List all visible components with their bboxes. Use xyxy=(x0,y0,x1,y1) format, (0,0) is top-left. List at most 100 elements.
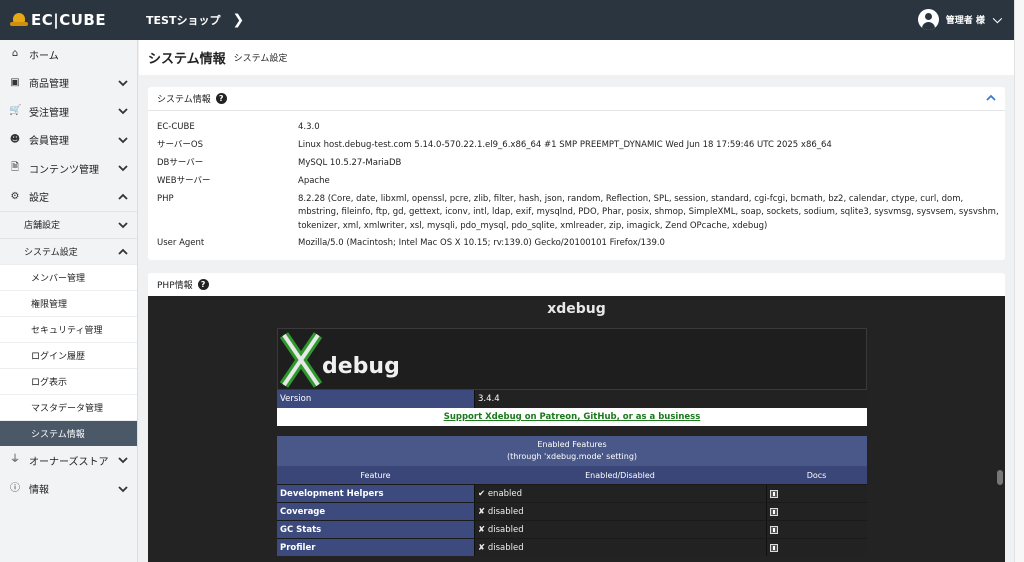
brand-name: EC|CUBE xyxy=(31,11,107,29)
table-row: Coverage ✘ disabled xyxy=(277,502,867,520)
main-content: システム情報 システム設定 システム情報 ? EC-CUBE 4.3.0 サーバー… xyxy=(139,40,1014,562)
docs-cell xyxy=(766,539,867,556)
version-value: 3.4.4 xyxy=(474,390,867,408)
sidebar-item-member[interactable]: メンバー管理 xyxy=(0,264,137,290)
shop-name: TESTショップ xyxy=(146,14,221,27)
feature-name: Coverage xyxy=(277,503,474,520)
system-info-table: EC-CUBE 4.3.0 サーバーOS Linux host.debug-test… xyxy=(157,121,1002,255)
version-row: Version 3.4.4 xyxy=(277,390,867,408)
sidebar-item-settings[interactable]: ⚙ 設定 xyxy=(0,183,137,212)
chevron-down-icon xyxy=(118,165,128,172)
info-key: PHP xyxy=(157,193,174,204)
docs-link-icon[interactable] xyxy=(770,507,778,516)
inner-scrollbar-thumb[interactable] xyxy=(997,470,1003,485)
sidebar-item-label: ホーム xyxy=(29,50,59,62)
sidebar-item-contents[interactable]: 🗎 コンテンツ管理 xyxy=(0,154,137,183)
docs-link-icon[interactable] xyxy=(770,543,778,552)
chevron-right-icon: ❯ xyxy=(232,12,245,28)
info-row: DBサーバー MySQL 10.5.27-MariaDB xyxy=(157,157,1002,171)
section-title: xdebug xyxy=(547,301,606,317)
info-value: 8.2.28 (Core, date, libxml, openssl, pcr… xyxy=(298,193,999,231)
chevron-down-icon xyxy=(118,136,128,143)
phpinfo-frame: xdebug debug Version 3.4.4 Support Xdebu… xyxy=(148,296,1005,562)
page-header: システム情報 システム設定 xyxy=(139,40,1014,75)
col-feature: Feature xyxy=(360,470,391,480)
sidebar-item-label: システム設定 xyxy=(24,247,78,258)
chevron-up-icon xyxy=(118,193,128,200)
info-row: サーバーOS Linux host.debug-test.com 5.14.0-5… xyxy=(157,139,1002,153)
sidebar-item-master-data[interactable]: マスタデータ管理 xyxy=(0,394,137,420)
chevron-down-icon: ⌵ xyxy=(992,12,1002,26)
sidebar-item-login-history[interactable]: ログイン履歴 xyxy=(0,342,137,368)
shop-link[interactable]: TESTショップ ❯ xyxy=(146,12,244,28)
xdebug-logo: debug xyxy=(277,328,867,390)
feature-name: GC Stats xyxy=(277,521,474,538)
support-link[interactable]: Support Xdebug on Patreon, GitHub, or as… xyxy=(444,412,701,422)
chevron-down-icon xyxy=(118,485,128,492)
sidebar-item-owners-store[interactable]: ⏚ オーナーズストア xyxy=(0,446,137,475)
home-icon: ⌂ xyxy=(11,48,19,60)
info-key: User Agent xyxy=(157,238,205,249)
user-label: 管理者 様 xyxy=(945,16,985,26)
support-row: Support Xdebug on Patreon, GitHub, or as… xyxy=(277,408,867,426)
help-icon[interactable]: ? xyxy=(197,279,209,290)
info-row: User Agent Mozilla/5.0 (Macintosh; Intel … xyxy=(157,237,1002,251)
sidebar-item-label: 店舗設定 xyxy=(24,221,61,232)
feature-name: Development Helpers xyxy=(277,485,474,502)
sidebar-item-log[interactable]: ログ表示 xyxy=(0,368,137,394)
sidebar-item-authority[interactable]: 権限管理 xyxy=(0,290,137,316)
page-scrollbar-track[interactable] xyxy=(1014,0,1024,562)
feature-name: Profiler xyxy=(277,539,474,556)
chevron-down-icon xyxy=(118,79,128,86)
table-row: Profiler ✘ disabled xyxy=(277,538,867,556)
sidebar-item-system-settings[interactable]: システム設定 xyxy=(0,237,137,265)
info-value: Apache xyxy=(298,175,330,186)
info-row: EC-CUBE 4.3.0 xyxy=(157,121,1002,135)
features-columns: Feature Enabled/Disabled Docs xyxy=(277,466,867,484)
docs-link-icon[interactable] xyxy=(770,525,778,534)
sidebar-item-orders[interactable]: 🛒 受注管理 xyxy=(0,97,137,126)
feature-status: ✘ disabled xyxy=(474,503,766,520)
info-value: Linux host.debug-test.com 5.14.0-570.22.… xyxy=(298,139,832,150)
chevron-down-icon xyxy=(118,457,128,464)
sidebar-item-label: 商品管理 xyxy=(29,79,69,91)
users-icon: ☻ xyxy=(9,133,21,145)
card-title: PHP情報 xyxy=(157,281,193,291)
logo-text: debug xyxy=(322,354,398,379)
feature-status: ✘ disabled xyxy=(474,521,766,538)
system-info-card: システム情報 ? EC-CUBE 4.3.0 サーバーOS Linux host.d… xyxy=(148,87,1005,260)
chevron-up-icon[interactable] xyxy=(985,92,997,104)
user-menu[interactable]: 管理者 様 ⌵ xyxy=(917,9,1002,30)
sidebar-item-home[interactable]: ⌂ ホーム xyxy=(0,40,137,69)
sidebar-item-products[interactable]: ▣ 商品管理 xyxy=(0,69,137,98)
features-subtitle: (through 'xdebug.mode' setting) xyxy=(506,452,638,461)
chevron-down-icon xyxy=(118,222,128,229)
sidebar-item-info[interactable]: ⓘ 情報 xyxy=(0,475,137,504)
file-icon: 🗎 xyxy=(10,162,20,174)
sidebar-item-label: オーナーズストア xyxy=(29,456,109,468)
ec-cube-logo[interactable]: EC|CUBE xyxy=(0,0,138,40)
features-title: Enabled Features xyxy=(537,440,607,449)
feature-status: ✔ enabled xyxy=(474,485,766,502)
sidebar-item-label: 受注管理 xyxy=(29,107,69,119)
php-info-card: PHP情報 ? xdebug debug Version 3.4.4 Suppo… xyxy=(148,273,1005,562)
help-icon[interactable]: ? xyxy=(215,93,227,104)
features-header: Enabled Features (through 'xdebug.mode' … xyxy=(277,436,867,466)
info-key: DBサーバー xyxy=(157,157,204,168)
info-value: Mozilla/5.0 (Macintosh; Intel Mac OS X 1… xyxy=(298,238,665,249)
info-value: 4.3.0 xyxy=(298,122,320,132)
info-key: WEBサーバー xyxy=(157,175,211,186)
sidebar-item-security[interactable]: セキュリティ管理 xyxy=(0,316,137,342)
card-header: PHP情報 ? xyxy=(148,273,1005,296)
sidebar-item-customers[interactable]: ☻ 会員管理 xyxy=(0,126,137,155)
user-avatar-icon xyxy=(917,9,939,30)
sidebar: ⌂ ホーム ▣ 商品管理 🛒 受注管理 ☻ 会員管理 🗎 コンテンツ管理 ⚙ 設… xyxy=(0,40,138,562)
page-title: システム情報 xyxy=(148,52,226,67)
table-row: GC Stats ✘ disabled xyxy=(277,520,867,538)
sidebar-item-system-info[interactable]: システム情報 xyxy=(0,420,137,446)
docs-link-icon[interactable] xyxy=(770,489,778,498)
sidebar-item-shop-settings[interactable]: 店舗設定 xyxy=(0,211,137,238)
col-docs: Docs xyxy=(806,470,827,480)
xdebug-x-icon: debug xyxy=(279,332,400,388)
col-enabled: Enabled/Disabled xyxy=(585,470,655,480)
